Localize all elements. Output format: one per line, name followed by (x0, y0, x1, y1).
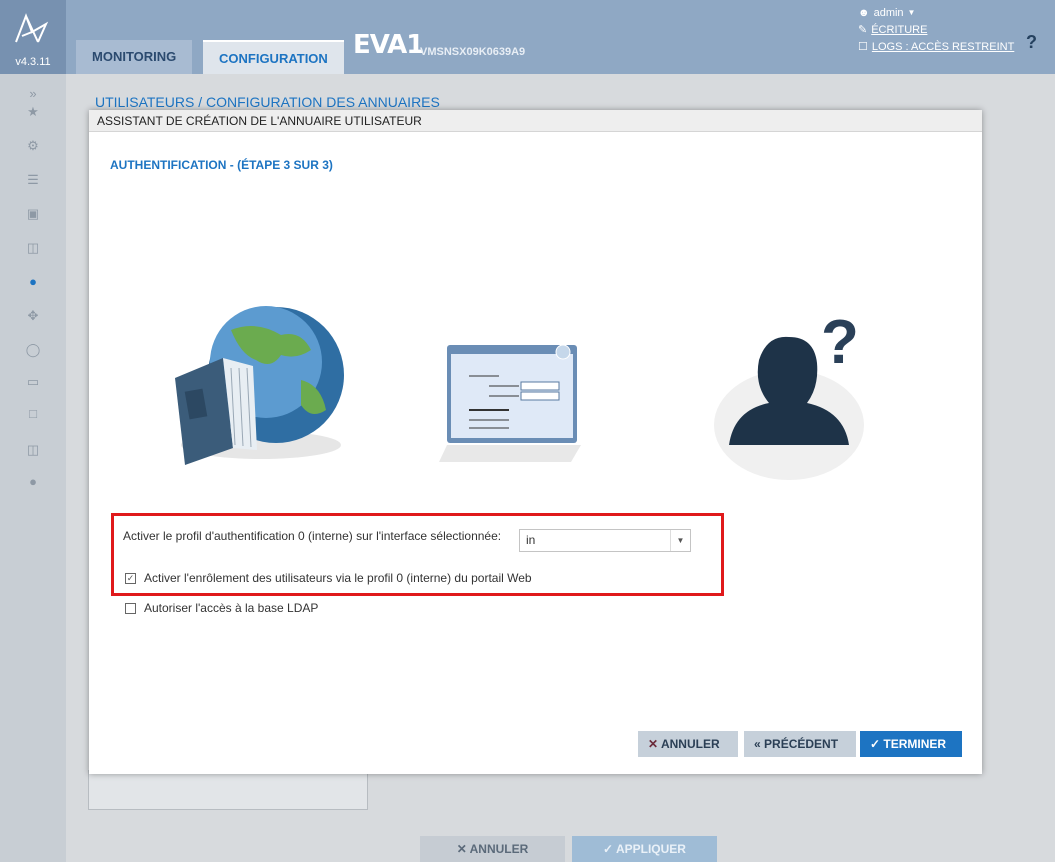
svg-text:?: ? (821, 308, 859, 377)
gear-icon[interactable]: ⚙ (20, 136, 46, 156)
user-area: ☻ admin ▼ ✎ ÉCRITURE ☐ LOGS : ACCÈS REST… (858, 4, 1014, 55)
finish-label: TERMINER (883, 737, 947, 751)
shield-icon[interactable]: ◯ (20, 340, 46, 360)
top-header: v4.3.11 MONITORING CONFIGURATION EVA1 VM… (0, 0, 1055, 74)
firewall-name: EVA1 (353, 30, 424, 60)
step-title: AUTHENTIFICATION - (ÉTAPE 3 SUR 3) (110, 158, 333, 172)
write-access-link[interactable]: ÉCRITURE (871, 24, 927, 36)
alert-icon[interactable]: □ (20, 404, 46, 424)
user-icon: ☻ (858, 6, 870, 19)
expand-icon[interactable]: » (20, 84, 46, 104)
cancel-button[interactable]: ✕ ANNULER (638, 731, 738, 757)
finish-button[interactable]: ✓ TERMINER (860, 731, 962, 757)
user-menu[interactable]: ☻ admin ▼ (858, 4, 1014, 21)
logo[interactable]: v4.3.11 (0, 0, 66, 74)
close-icon: ✕ (648, 737, 659, 751)
background-panel (88, 770, 368, 810)
storage-icon[interactable]: ◫ (20, 440, 46, 460)
favorites-star-icon[interactable]: ★ (20, 102, 46, 122)
enrollment-checkbox[interactable]: ✓ (125, 572, 136, 584)
sliders-icon[interactable]: ☰ (20, 170, 46, 190)
previous-label: PRÉCÉDENT (764, 737, 839, 751)
chevron-down-icon: ▼ (907, 8, 916, 17)
enrollment-option[interactable]: ✓ Activer l'enrôlement des utilisateurs … (125, 571, 532, 585)
ldap-label: Autoriser l'accès à la base LDAP (144, 601, 319, 615)
unknown-user-illustration: ? (714, 308, 864, 480)
help-icon[interactable]: ? (1026, 32, 1037, 53)
move-icon[interactable]: ✥ (20, 306, 46, 326)
interface-select[interactable]: in ▼ (519, 529, 691, 552)
users-icon[interactable]: ● (20, 272, 46, 292)
dialog-title: ASSISTANT DE CRÉATION DE L'ANNUAIRE UTIL… (89, 110, 982, 132)
version-label: v4.3.11 (15, 56, 51, 68)
user-name: admin (873, 6, 904, 19)
globe-directory-illustration (175, 306, 344, 465)
tab-configuration[interactable]: CONFIGURATION (203, 40, 344, 74)
check-icon: ✓ (870, 737, 881, 751)
cancel-label: ANNULER (660, 737, 720, 751)
interface-select-value: in (526, 533, 536, 547)
network-icon[interactable]: ▣ (20, 204, 46, 224)
checkbox-icon: ☐ (858, 41, 868, 53)
profile-interface-label: Activer le profil d'authentification 0 (… (123, 529, 502, 543)
form-window-illustration (439, 344, 581, 462)
breadcrumb: UTILISATEURS / CONFIGURATION DES ANNUAIR… (95, 94, 440, 110)
logo-icon (15, 13, 49, 43)
ldap-checkbox[interactable] (125, 602, 136, 614)
page-cancel-label: ANNULER (469, 842, 529, 856)
database-icon[interactable]: ◫ (20, 238, 46, 258)
tab-monitoring[interactable]: MONITORING (76, 40, 193, 74)
chevron-down-icon[interactable]: ▼ (670, 530, 690, 551)
previous-button[interactable]: « PRÉCÉDENT (744, 731, 856, 757)
page-apply-button[interactable]: ✓ APPLIQUER (572, 836, 717, 862)
ldap-option[interactable]: Autoriser l'accès à la base LDAP (125, 601, 318, 615)
page-apply-label: APPLIQUER (615, 842, 686, 856)
device-icon[interactable]: ▭ (20, 372, 46, 392)
enrollment-label: Activer l'enrôlement des utilisateurs vi… (144, 571, 532, 585)
serial-number: VMSNSX09K0639A9 (420, 46, 526, 58)
sidebar: » ★ ⚙ ☰ ▣ ◫ ● ✥ ◯ ▭ □ ◫ ● (0, 74, 66, 862)
directory-wizard-dialog: ASSISTANT DE CRÉATION DE L'ANNUAIRE UTIL… (89, 110, 982, 774)
edit-icon: ✎ (858, 24, 868, 36)
logs-access-link[interactable]: LOGS : ACCÈS RESTREINT (872, 41, 1014, 53)
double-chevron-left-icon: « (754, 737, 761, 751)
page-cancel-button[interactable]: ✕ ANNULER (420, 836, 565, 862)
user-icon[interactable]: ● (20, 472, 46, 492)
